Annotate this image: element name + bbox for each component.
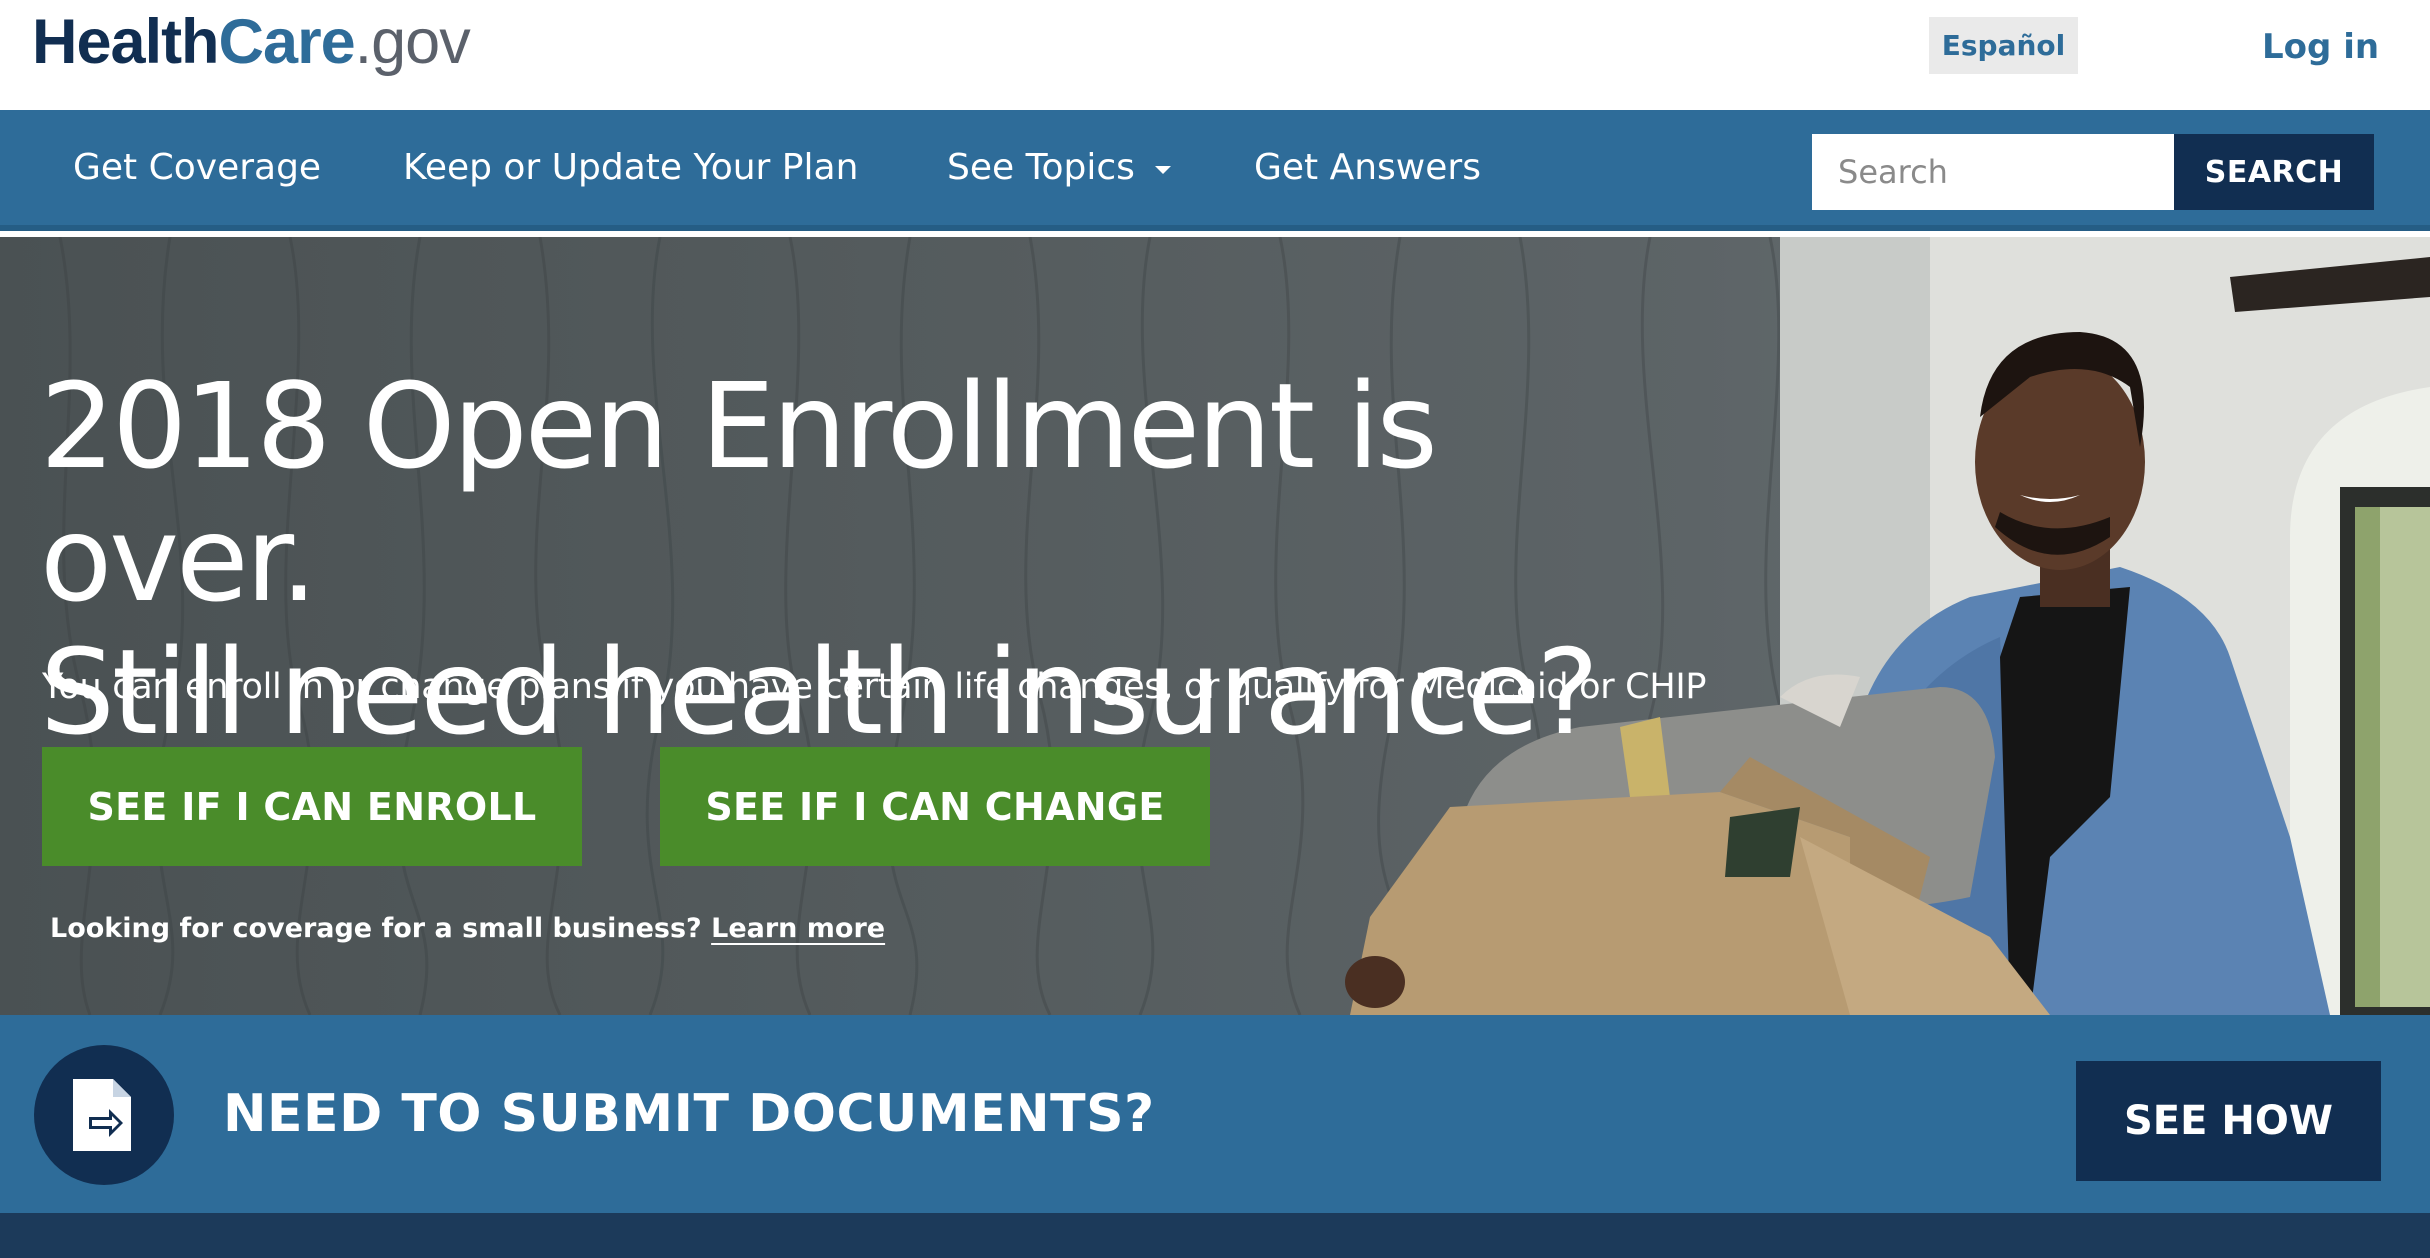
chevron-down-icon	[1154, 165, 1171, 174]
hero-title-line-1: 2018 Open Enrollment is over.	[40, 357, 1438, 628]
login-link[interactable]: Log in	[2262, 22, 2379, 72]
healthcare-gov-logo[interactable]: Health Care .gov	[32, 6, 471, 86]
nav-see-topics-label: See Topics	[947, 147, 1135, 188]
espanol-language-button[interactable]: Español	[1929, 17, 2078, 74]
hero-subtitle: You can enroll in or change plans if you…	[42, 667, 1707, 707]
small-business-text: Looking for coverage for a small busines…	[50, 913, 702, 944]
nav-see-topics[interactable]: See Topics	[947, 110, 1171, 225]
logo-part-care: Care	[218, 7, 356, 77]
submit-documents-title: NEED TO SUBMIT DOCUMENTS?	[223, 1084, 1155, 1144]
nav-keep-or-update-plan-label: Keep or Update Your Plan	[403, 147, 859, 188]
see-how-button[interactable]: SEE HOW	[2076, 1061, 2381, 1181]
main-nav: Get Coverage Keep or Update Your Plan Se…	[0, 110, 2430, 231]
nav-get-answers[interactable]: Get Answers	[1254, 110, 1481, 225]
nav-get-answers-label: Get Answers	[1254, 147, 1481, 188]
logo-part-gov: .gov	[354, 7, 471, 77]
hero-banner: 2018 Open Enrollment is over. Still need…	[0, 237, 2430, 1015]
learn-more-link[interactable]: Learn more	[711, 913, 885, 944]
search-button[interactable]: SEARCH	[2174, 134, 2374, 210]
site-header: Health Care .gov Español Log in	[0, 0, 2430, 110]
see-if-i-can-change-button[interactable]: SEE IF I CAN CHANGE	[660, 747, 1210, 866]
search-input[interactable]	[1812, 134, 2174, 210]
small-business-note: Looking for coverage for a small busines…	[50, 913, 885, 944]
document-arrow-icon	[34, 1045, 174, 1185]
footer-strip	[0, 1213, 2430, 1258]
see-if-i-can-enroll-button[interactable]: SEE IF I CAN ENROLL	[42, 747, 582, 866]
nav-keep-or-update-plan[interactable]: Keep or Update Your Plan	[403, 110, 858, 225]
nav-get-coverage-label: Get Coverage	[73, 147, 322, 188]
nav-get-coverage[interactable]: Get Coverage	[73, 110, 321, 225]
logo-part-health: Health	[32, 7, 220, 77]
submit-documents-banner: NEED TO SUBMIT DOCUMENTS? SEE HOW	[0, 1015, 2430, 1213]
